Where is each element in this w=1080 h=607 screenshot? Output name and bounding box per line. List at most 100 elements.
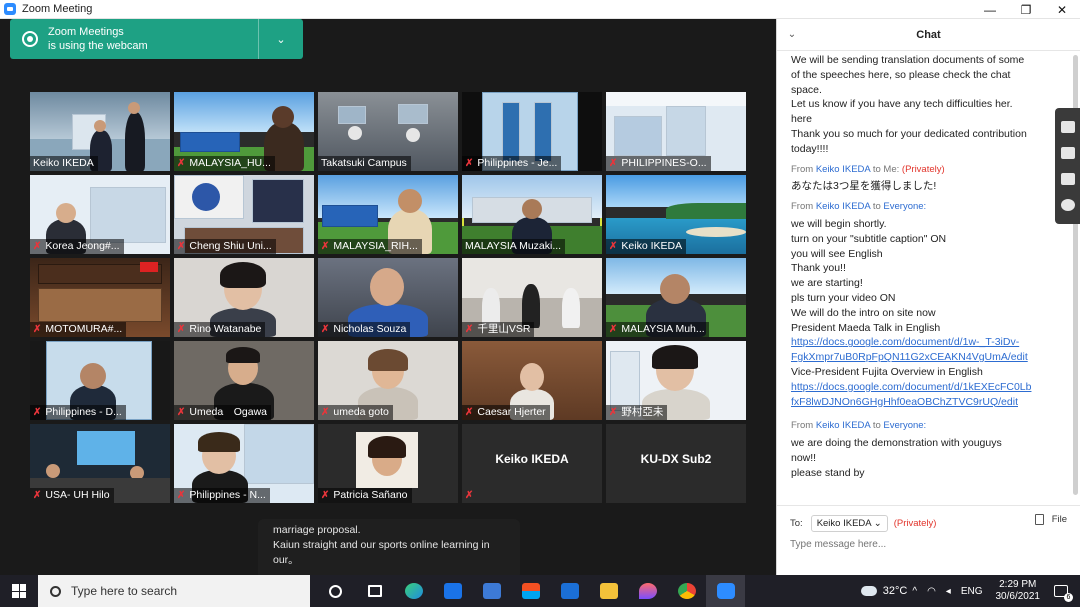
network-icon[interactable]: ◠ (927, 586, 936, 597)
chrome-icon[interactable] (667, 575, 706, 607)
participant-name: ✗ Nicholas Souza (318, 322, 411, 337)
window-controls: — ❐ ✕ (972, 0, 1080, 19)
edge-icon[interactable] (394, 575, 433, 607)
cortana-icon[interactable] (316, 575, 355, 607)
notification-icon[interactable] (1054, 585, 1073, 602)
video-tile[interactable]: ✗ Keiko IKEDA (606, 175, 746, 254)
video-tile[interactable]: ✗ Philippines - D... (30, 341, 170, 420)
camera-icon[interactable] (1060, 121, 1075, 133)
muted-mic-icon: ✗ (321, 324, 330, 335)
mail-icon[interactable] (433, 575, 472, 607)
participant-name: ✗ Caesar Hjerter (462, 405, 550, 420)
video-tile[interactable]: ✗ Philippines - Je... (462, 92, 602, 171)
participant-name: ✗ 野村亞未 (606, 405, 668, 420)
muted-mic-icon: ✗ (609, 324, 618, 335)
video-tile[interactable]: ✗ Nicholas Souza (318, 258, 458, 337)
chevron-down-icon[interactable]: ⌄ (777, 29, 807, 40)
video-tile-camera-off[interactable]: KU-DX Sub2 (606, 424, 746, 503)
private-badge: (Privately) (893, 518, 937, 529)
video-tile[interactable]: ✗ Caesar Hjerter (462, 341, 602, 420)
minimize-button[interactable]: — (972, 0, 1008, 19)
video-tile[interactable]: ✗ USA- UH Hilo (30, 424, 170, 503)
folder-icon[interactable] (589, 575, 628, 607)
video-tile[interactable]: ✗ 千里山VSR (462, 258, 602, 337)
participant-name: ✗ MALAYSIA_HU... (174, 156, 275, 171)
chat-header: ⌄ Chat (777, 19, 1080, 51)
video-tile[interactable]: Keiko IKEDA (30, 92, 170, 171)
video-tile[interactable]: ✗ MALAYSIA_RIH... (318, 175, 458, 254)
muted-mic-icon: ✗ (177, 241, 186, 252)
clock[interactable]: 2:29 PM 30/6/2021 (996, 579, 1041, 603)
video-tile[interactable]: ✗ Umeda Ogawa (174, 341, 314, 420)
video-tile[interactable]: ✗ 野村亞未 (606, 341, 746, 420)
video-tile-active-speaker[interactable]: MALAYSIA Muzaki... (462, 175, 602, 254)
task-view-icon[interactable] (355, 575, 394, 607)
window-title: Zoom Meeting (22, 3, 93, 15)
document-link[interactable]: https://docs.google.com/document/d/1w-_T… (791, 336, 1028, 363)
maximize-button[interactable]: ❐ (1008, 0, 1044, 19)
recipient-select[interactable]: Keiko IKEDA ⌄ (810, 515, 888, 532)
muted-mic-icon: ✗ (33, 407, 42, 418)
muted-mic-icon: ✗ (33, 490, 42, 501)
muted-mic-icon: ✗ (465, 490, 474, 501)
document-link[interactable]: https://docs.google.com/document/d/1kEXE… (791, 381, 1031, 408)
start-button[interactable] (0, 575, 38, 607)
chevron-up-icon[interactable]: ^ (912, 586, 917, 597)
message-input[interactable] (790, 539, 1060, 550)
sender-name[interactable]: Keiko IKEDA (816, 164, 870, 175)
video-tile[interactable]: ✗ Cheng Shiu Uni... (174, 175, 314, 254)
video-tile[interactable]: ✗ Korea Jeong#... (30, 175, 170, 254)
sender-name[interactable]: Keiko IKEDA (816, 420, 870, 431)
image-icon[interactable] (1060, 173, 1075, 185)
participant-name: ✗ Keiko IKEDA (606, 239, 687, 254)
participant-name: ✗ Philippines - Je... (462, 156, 562, 171)
webcam-notice-text: Zoom Meetings is using the webcam (48, 26, 148, 52)
video-gallery: Keiko IKEDA ✗ MALAYSIA_HU... Takatsuki Ca… (30, 92, 746, 503)
muted-mic-icon: ✗ (465, 324, 474, 335)
participant-display-name: KU-DX Sub2 (640, 452, 712, 466)
video-tile[interactable]: ✗ Patricia Sañano (318, 424, 458, 503)
video-tile-camera-off[interactable]: Keiko IKEDA ✗ (462, 424, 602, 503)
participant-name: ✗ Philippines - D... (30, 405, 126, 420)
recipient-row: To: Keiko IKEDA ⌄ (Privately) (790, 515, 936, 532)
video-tile[interactable]: Takatsuki Campus (318, 92, 458, 171)
weather-temp[interactable]: 32°C (883, 585, 908, 597)
taskbar-search[interactable]: Type here to search (38, 575, 310, 607)
zoom-icon[interactable] (706, 575, 745, 607)
volume-icon[interactable]: ◂ (946, 586, 951, 597)
chat-panel: ⌄ Chat We will be sending translation do… (776, 19, 1080, 575)
language-indicator[interactable]: ENG (961, 586, 983, 597)
participant-display-name: Keiko IKEDA (495, 452, 569, 466)
close-button[interactable]: ✕ (1044, 0, 1080, 19)
to-label: To: (790, 518, 803, 529)
subtitle-caption: marriage proposal. Kaiun straight and ou… (258, 519, 520, 580)
muted-mic-icon: ✗ (177, 324, 186, 335)
participant-name: ✗ Umeda Ogawa (174, 405, 272, 420)
file-button[interactable]: File (1034, 514, 1067, 525)
sender-name[interactable]: Keiko IKEDA (816, 201, 870, 212)
muted-mic-icon: ✗ (609, 241, 618, 252)
participant-name: MALAYSIA Muzaki... (462, 239, 566, 254)
video-tile[interactable]: ✗ PHILIPPINES-O... (606, 92, 746, 171)
chevron-down-icon[interactable]: ⌄ (259, 33, 303, 46)
gear-icon[interactable] (1060, 199, 1075, 211)
video-tile[interactable]: ✗ umeda goto (318, 341, 458, 420)
paint-icon[interactable] (628, 575, 667, 607)
media-icon[interactable] (550, 575, 589, 607)
weather-icon (860, 586, 877, 596)
title-bar: Zoom Meeting — ❐ ✕ (0, 0, 1080, 19)
recipient-name: Everyone: (883, 420, 927, 432)
video-tile[interactable]: ✗ MALAYSIA_HU... (174, 92, 314, 171)
video-tile[interactable]: ✗ MALAYSIA Muh... (606, 258, 746, 337)
muted-mic-icon: ✗ (177, 490, 186, 501)
video-tile[interactable]: ✗ MOTOMURA#... (30, 258, 170, 337)
participant-name: ✗ PHILIPPINES-O... (606, 156, 711, 171)
video-icon[interactable] (1060, 147, 1075, 159)
photos-icon[interactable] (472, 575, 511, 607)
muted-mic-icon: ✗ (609, 407, 618, 418)
meeting-area: Zoom Meetings is using the webcam ⌄ Keik… (0, 19, 776, 580)
store-icon[interactable] (511, 575, 550, 607)
video-tile[interactable]: ✗ Philippines - N... (174, 424, 314, 503)
video-tile[interactable]: ✗ Rino Watanabe (174, 258, 314, 337)
webcam-notification[interactable]: Zoom Meetings is using the webcam ⌄ (10, 19, 303, 59)
